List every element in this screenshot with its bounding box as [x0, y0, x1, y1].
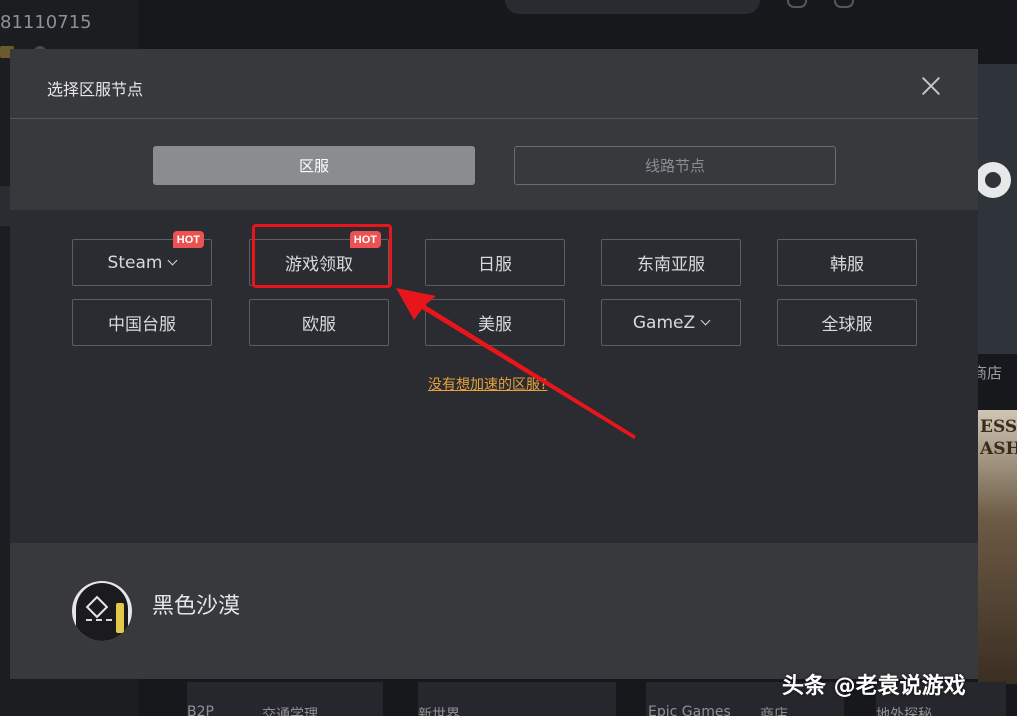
game-avatar: [72, 581, 132, 641]
region-grid: Steam HOT 游戏领取 HOT 日服 东南亚服 韩服 中国台服 欧服 美服…: [10, 210, 978, 543]
close-icon[interactable]: [920, 75, 942, 97]
region-select-dialog: 选择区服节点 区服 线路节点 Steam HOT 游戏领取 HOT 日服 东南亚…: [10, 49, 978, 679]
region-button-steam[interactable]: Steam HOT: [72, 231, 212, 286]
card-label: 地外探秘: [876, 707, 932, 716]
selected-game-panel: 黑色沙漠: [10, 543, 978, 679]
hot-badge: HOT: [172, 231, 204, 248]
background-search-bar: [505, 0, 760, 14]
card-label: 商店: [760, 707, 788, 716]
sidebar-active-indicator: [0, 186, 10, 226]
region-label: GameZ: [632, 312, 696, 333]
card-label: Epic Games: [648, 704, 731, 716]
game-cover-title: ESS ASH: [980, 417, 1017, 459]
tab-bar: 区服 线路节点: [10, 119, 978, 210]
region-button-gamez[interactable]: GameZ: [601, 299, 741, 346]
chevron-down-icon: [700, 315, 711, 325]
avatar-smile-icon: [86, 619, 112, 625]
region-button-japan[interactable]: 日服: [425, 239, 565, 286]
steam-banner: [978, 64, 1017, 354]
dialog-header: 选择区服节点: [10, 49, 978, 119]
tab-region[interactable]: 区服: [153, 146, 475, 185]
region-label: 游戏领取: [285, 255, 353, 275]
user-id: 81110715: [0, 12, 92, 33]
dialog-title: 选择区服节点: [47, 80, 144, 99]
card-label: B2P: [187, 704, 214, 716]
card-label: 新世界: [418, 707, 460, 716]
region-button-korea[interactable]: 韩服: [777, 239, 917, 286]
card-label: 交通学理: [262, 707, 318, 716]
watermark: 头条 @老袁说游戏: [782, 674, 966, 699]
mail-icon: [787, 0, 807, 8]
region-button-taiwan[interactable]: 中国台服: [72, 299, 212, 346]
settings-icon: [834, 0, 854, 8]
region-button-global[interactable]: 全球服: [777, 299, 917, 346]
region-button-game-claim[interactable]: 游戏领取 HOT: [249, 231, 389, 286]
region-button-europe[interactable]: 欧服: [249, 299, 389, 346]
steam-logo-icon: [975, 162, 1011, 198]
region-button-southeast-asia[interactable]: 东南亚服: [601, 239, 741, 286]
game-name: 黑色沙漠: [152, 594, 241, 619]
region-button-usa[interactable]: 美服: [425, 299, 565, 346]
region-label: Steam: [107, 252, 163, 273]
tab-route-node[interactable]: 线路节点: [514, 146, 836, 185]
chevron-down-icon: [168, 255, 178, 265]
missing-region-link[interactable]: 没有想加速的区服?: [428, 374, 547, 394]
hot-badge: HOT: [349, 231, 381, 248]
